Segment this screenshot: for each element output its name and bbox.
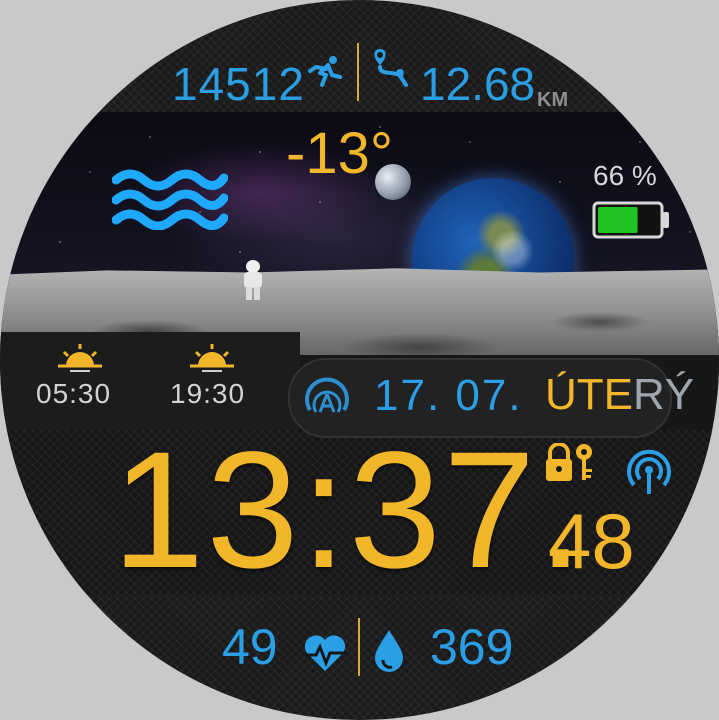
distance-unit: KM [537,89,569,111]
day-of-week[interactable]: ÚTERÝ [545,370,694,420]
watch-face: 14512 12.68 KM -13° 66 % 05:30 19:30 17.… [0,0,719,720]
route-icon [374,49,408,87]
top-divider [357,43,359,101]
battery-icon[interactable] [592,200,672,240]
broadcast-signal-icon[interactable] [624,448,674,498]
time-display[interactable]: 13:37. [112,428,586,594]
day-of-week-highlight: ÚTE [545,370,633,419]
day-of-week-tail: RÝ [633,370,695,419]
seconds-display: 48 [548,497,635,585]
astronaut-figure [240,260,266,300]
sunrise-time: 05:30 [36,378,112,409]
sunrise-icon [58,344,102,372]
water-drop-icon [375,630,403,672]
temperature-value[interactable]: -13° [286,120,393,187]
battery-label: 66 % [593,160,657,191]
activity-row: 14512 12.68 KM [0,43,719,115]
waves-icon[interactable] [112,168,228,230]
heart-rate-icon [304,635,346,671]
heart-rate-value[interactable]: 49 [222,618,278,676]
brand-logo-icon [305,377,349,413]
sunset-icon [190,344,234,372]
running-icon [308,56,342,87]
steps-value[interactable]: 14512 [172,57,305,111]
date-value[interactable]: 17. 07. [374,371,523,421]
bottom-divider [358,618,360,676]
sunset-time: 19:30 [170,378,246,409]
calories-value[interactable]: 369 [430,618,513,676]
distance-value[interactable]: 12.68 [420,57,535,111]
